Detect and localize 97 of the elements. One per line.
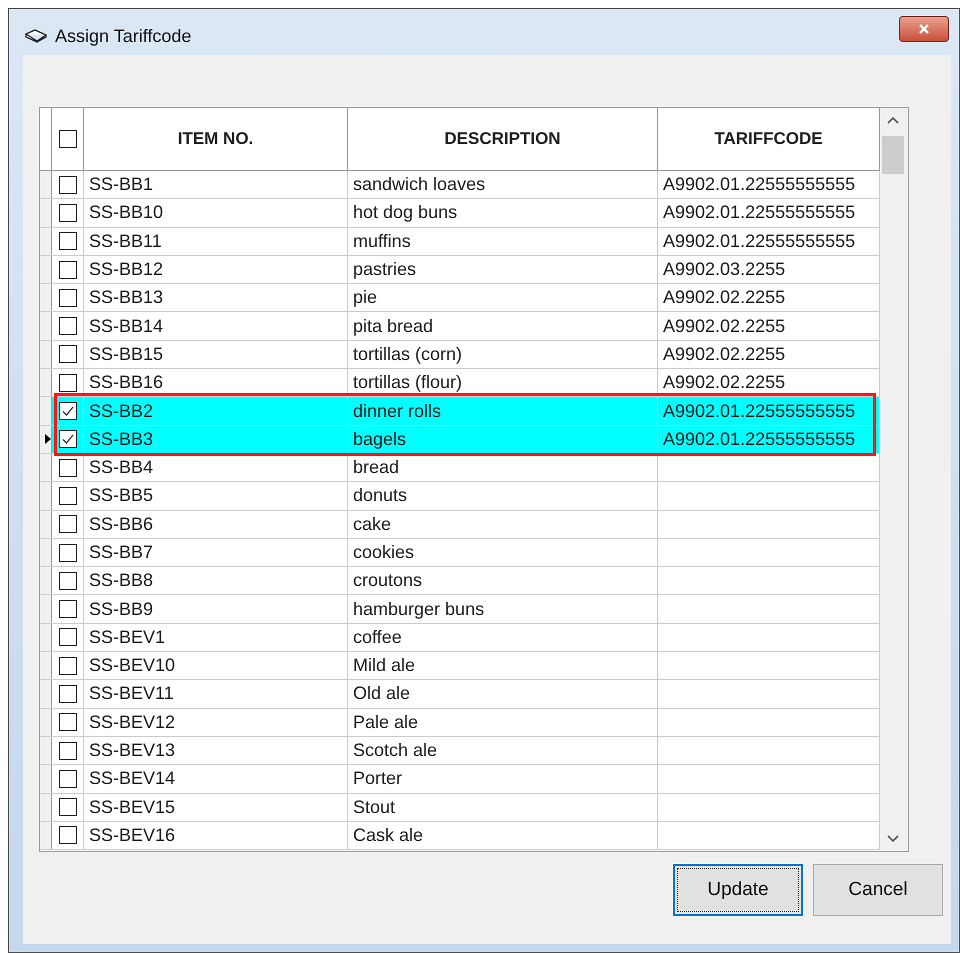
checkbox[interactable] bbox=[58, 684, 76, 703]
table-cell: A9902.01.22555555555 bbox=[663, 230, 856, 252]
table-cell: Pale ale bbox=[353, 712, 418, 733]
table-cell: SS-BB16 bbox=[89, 372, 164, 394]
table-cell: hamburger buns bbox=[353, 598, 484, 620]
table-cell: SS-BB15 bbox=[89, 344, 164, 365]
checkbox[interactable] bbox=[58, 317, 76, 336]
checkbox[interactable] bbox=[58, 486, 76, 505]
window-title: Assign Tariffcode bbox=[55, 26, 192, 46]
checkbox[interactable] bbox=[58, 515, 76, 534]
table-cell: SS-BB9 bbox=[89, 598, 154, 620]
checkbox[interactable] bbox=[58, 130, 76, 148]
checkbox[interactable] bbox=[58, 713, 76, 732]
table-cell: Scotch ale bbox=[353, 740, 438, 762]
table-cell: sandwich loaves bbox=[353, 174, 486, 196]
table-cell: SS-BEV11 bbox=[89, 683, 174, 704]
dialog-button[interactable]: Update bbox=[673, 864, 803, 916]
table-cell: SS-BEV15 bbox=[89, 796, 176, 818]
table-cell: bagels bbox=[353, 428, 406, 450]
row-header[interactable] bbox=[40, 426, 52, 453]
checkbox[interactable] bbox=[58, 600, 76, 618]
dialog-button[interactable]: Cancel bbox=[813, 864, 943, 916]
table-cell: croutons bbox=[353, 570, 422, 592]
table-cell: SS-BEV12 bbox=[89, 712, 176, 733]
checkbox[interactable] bbox=[58, 204, 76, 222]
scrollbar[interactable] bbox=[880, 108, 908, 851]
table-cell: Old ale bbox=[353, 683, 410, 704]
column-header[interactable]: ITEM NO. bbox=[84, 108, 348, 170]
table-cell: muffins bbox=[353, 230, 411, 252]
checkbox[interactable] bbox=[58, 572, 76, 590]
table-cell: donuts bbox=[353, 485, 408, 506]
table-cell: dinner rolls bbox=[353, 400, 442, 422]
table-cell: SS-BB11 bbox=[89, 230, 162, 252]
checkbox[interactable] bbox=[58, 430, 76, 448]
table-cell: tortillas (corn) bbox=[353, 344, 462, 365]
table-cell: Porter bbox=[353, 768, 402, 790]
table-cell: SS-BB1 bbox=[89, 174, 154, 196]
checkbox[interactable] bbox=[58, 288, 76, 307]
table-cell: SS-BB12 bbox=[89, 259, 164, 280]
table-cell: coffee bbox=[353, 626, 402, 648]
checkbox[interactable] bbox=[58, 176, 76, 194]
checkbox[interactable] bbox=[58, 742, 76, 760]
table-cell: SS-BB6 bbox=[89, 514, 154, 535]
checkbox[interactable] bbox=[58, 798, 76, 816]
checkbox[interactable] bbox=[58, 656, 76, 675]
checkbox[interactable] bbox=[58, 402, 76, 420]
table-cell: pita bread bbox=[353, 316, 434, 337]
scroll-down-icon[interactable] bbox=[887, 835, 899, 843]
table-cell: SS-BEV14 bbox=[89, 768, 176, 790]
table-cell: SS-BEV10 bbox=[89, 655, 176, 676]
table-cell: cake bbox=[353, 514, 392, 535]
checkbox[interactable] bbox=[58, 345, 76, 364]
table-cell: A9902.02.2255 bbox=[663, 344, 786, 365]
table-cell: Mild ale bbox=[353, 655, 416, 676]
table-cell: SS-BB2 bbox=[89, 400, 154, 422]
checkbox[interactable] bbox=[58, 770, 76, 788]
table-cell: A9902.02.2255 bbox=[663, 372, 786, 394]
table-cell: SS-BB13 bbox=[89, 287, 164, 308]
table-cell: A9902.02.2255 bbox=[663, 287, 786, 308]
checkbox[interactable] bbox=[58, 260, 76, 279]
checkbox[interactable] bbox=[58, 628, 76, 646]
table-cell: Stout bbox=[353, 796, 396, 818]
checkbox[interactable] bbox=[58, 232, 76, 250]
checkbox[interactable] bbox=[58, 458, 76, 477]
table-cell: A9902.01.22555555555 bbox=[663, 400, 856, 422]
table-cell: pie bbox=[353, 287, 378, 308]
table-cell: SS-BEV16 bbox=[89, 824, 176, 846]
book-icon bbox=[25, 29, 47, 43]
column-header[interactable]: DESCRIPTION bbox=[348, 108, 658, 170]
table-cell: SS-BB5 bbox=[89, 485, 154, 506]
scroll-thumb[interactable] bbox=[882, 136, 904, 174]
table-cell: Cask ale bbox=[353, 824, 424, 846]
table-cell: SS-BB14 bbox=[89, 316, 164, 337]
table-cell: A9902.01.22555555555 bbox=[663, 202, 856, 224]
table-cell: A9902.01.22555555555 bbox=[663, 428, 856, 450]
table-cell: SS-BB10 bbox=[89, 202, 164, 224]
close-icon[interactable] bbox=[918, 23, 930, 35]
checkbox[interactable] bbox=[58, 826, 76, 844]
checkbox[interactable] bbox=[58, 374, 76, 392]
table-cell: SS-BB3 bbox=[89, 428, 154, 450]
table-cell: pastries bbox=[353, 259, 416, 280]
table-cell: A9902.01.22555555555 bbox=[663, 174, 856, 196]
table-cell: hot dog buns bbox=[353, 202, 458, 224]
checkbox[interactable] bbox=[58, 544, 76, 562]
table-cell: SS-BB8 bbox=[89, 570, 154, 592]
table-cell: SS-BB4 bbox=[89, 457, 154, 478]
table-cell: cookies bbox=[353, 542, 414, 563]
table-cell: A9902.03.2255 bbox=[663, 259, 786, 280]
scroll-up-icon[interactable] bbox=[887, 116, 899, 124]
table-cell: bread bbox=[353, 457, 400, 478]
table-cell: SS-BEV1 bbox=[89, 626, 166, 648]
table-cell: SS-BEV13 bbox=[89, 740, 176, 762]
close-button[interactable] bbox=[899, 16, 949, 42]
current-row-icon bbox=[45, 434, 51, 444]
table-cell: A9902.02.2255 bbox=[663, 316, 786, 337]
table-cell: SS-BB7 bbox=[89, 542, 154, 563]
table-cell: tortillas (flour) bbox=[353, 372, 462, 394]
